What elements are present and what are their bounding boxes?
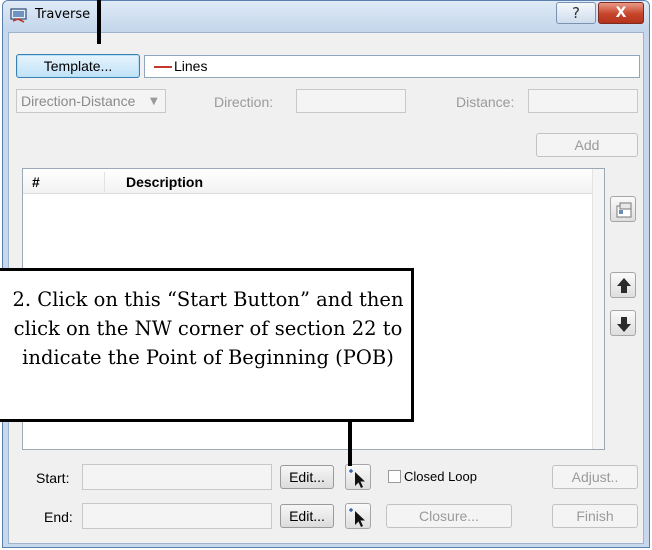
arrow-up-icon (617, 278, 631, 293)
start-edit-button[interactable]: Edit... (280, 465, 334, 489)
list-header (23, 169, 593, 194)
start-field[interactable] (82, 464, 272, 490)
closure-button[interactable]: Closure... (386, 504, 512, 528)
list-scrollbar[interactable] (592, 169, 604, 449)
end-label: End: (44, 509, 73, 525)
direction-input[interactable] (296, 89, 406, 113)
template-button[interactable]: Template... (16, 54, 140, 78)
callout-pointer-start (348, 420, 352, 466)
callout-pointer-template (97, 0, 101, 44)
end-pick-button[interactable] (345, 503, 371, 529)
add-button[interactable]: Add (536, 133, 638, 157)
cursor-pick-icon (349, 508, 365, 527)
closed-loop-checkbox[interactable] (388, 470, 401, 483)
start-label: Start: (36, 470, 70, 486)
properties-button[interactable] (610, 196, 636, 222)
end-field[interactable] (82, 503, 272, 529)
closed-loop-label[interactable]: Closed Loop (404, 469, 477, 484)
finish-button[interactable]: Finish (552, 504, 638, 528)
header-divider (104, 172, 105, 192)
properties-icon (616, 202, 632, 218)
template-value: Lines (174, 58, 208, 74)
traverse-app-icon (10, 8, 28, 24)
start-pick-button[interactable] (345, 464, 371, 490)
end-edit-button[interactable]: Edit... (280, 504, 334, 528)
instruction-callout-text: 2. Click on this “Start Button” and then… (12, 288, 404, 369)
distance-input[interactable] (528, 89, 638, 113)
close-button[interactable]: X (598, 2, 644, 24)
cursor-pick-icon (349, 469, 365, 488)
arrow-down-icon (617, 317, 631, 332)
help-button[interactable]: ? (556, 2, 596, 24)
entry-mode-select[interactable]: Direction-Distance (16, 89, 166, 113)
adjust-button[interactable]: Adjust.. (552, 465, 638, 489)
close-icon: X (615, 5, 627, 21)
column-header-description[interactable]: Description (126, 174, 203, 190)
move-up-button[interactable] (610, 272, 636, 298)
column-header-number[interactable]: # (32, 174, 40, 190)
direction-label: Direction: (214, 94, 274, 110)
template-field[interactable] (144, 55, 640, 78)
distance-label: Distance: (456, 94, 515, 110)
chevron-down-icon[interactable]: ▼ (150, 96, 158, 107)
window-title: Traverse (35, 7, 91, 22)
move-down-button[interactable] (610, 310, 636, 336)
instruction-callout: 2. Click on this “Start Button” and then… (0, 268, 414, 422)
help-icon: ? (572, 4, 580, 22)
line-style-swatch (154, 66, 172, 68)
